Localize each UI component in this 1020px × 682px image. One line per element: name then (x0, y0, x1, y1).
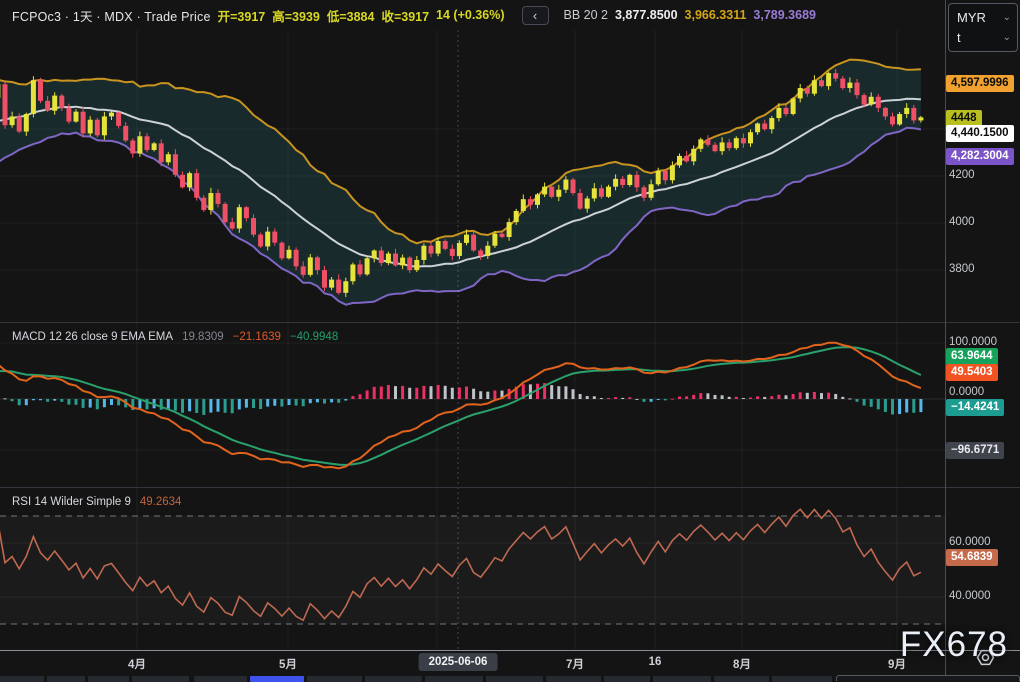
bb-indicator-label[interactable]: BB 20 2 (564, 8, 608, 22)
axis-value-badge: −96.6771 (946, 442, 1004, 459)
scrollbar-segment[interactable] (772, 676, 832, 682)
scrollbar-segment[interactable] (307, 676, 362, 682)
rsi-pane-canvas[interactable] (0, 487, 945, 650)
axis-tick-label: 40.0000 (949, 590, 991, 602)
unit-dropdown[interactable]: t ⌄ (957, 28, 1011, 48)
axis-tick-label: 60.0000 (949, 536, 991, 548)
bb-lower-value: 3,789.3689 (753, 8, 816, 22)
macd-signal-value: −40.9948 (290, 331, 338, 343)
macd-pane-canvas[interactable] (0, 322, 945, 487)
ohlc-high: 高=3939 (272, 6, 320, 25)
scrollbar-segment[interactable] (0, 676, 44, 682)
ohlc-open: 开=3917 (218, 6, 266, 25)
scrollbar-segment[interactable] (714, 676, 769, 682)
scrollbar-segment[interactable] (194, 676, 247, 682)
chevron-down-icon: ⌄ (1003, 12, 1011, 23)
horizontal-scrollbar[interactable] (0, 675, 1020, 682)
macd-pane-legend: MACD 12 26 close 9 EMA EMA 19.8309 −21.1… (12, 331, 338, 343)
time-tick-label: 8月 (733, 656, 751, 672)
ohlc-close: 收=3917 (381, 6, 429, 25)
collapse-legend-button[interactable]: ‹ (522, 6, 549, 25)
axis-tick-label: 100.0000 (949, 336, 997, 348)
axis-value-badge: 4,597.9996 (946, 75, 1014, 92)
currency-unit-selector: MYR ⌄ t ⌄ (948, 3, 1018, 52)
time-tick-label: 16 (649, 656, 662, 668)
axis-tick-label: 3800 (949, 263, 975, 275)
axis-value-badge: 54.6839 (946, 549, 998, 566)
bb-mid-value: 3,877.8500 (615, 8, 678, 22)
price-axis[interactable]: 4200400038004,597.999644484,440.15004,28… (946, 0, 1020, 675)
scrollbar-segment[interactable] (546, 676, 601, 682)
scrollbar-segment[interactable] (88, 676, 129, 682)
macd-hist-value: 19.8309 (182, 331, 224, 343)
axis-tick-label: 0.0000 (949, 386, 984, 398)
time-tick-label: 5月 (279, 656, 297, 672)
scrollbar-segment[interactable] (653, 676, 711, 682)
crosshair-date-badge: 2025-06-06 (419, 653, 498, 671)
rsi-title[interactable]: RSI 14 Wilder Simple 9 (12, 496, 131, 508)
pane-separator[interactable] (0, 322, 1020, 323)
scrollbar-segment[interactable] (132, 676, 189, 682)
trading-chart-app: FCPOc3 · 1天 · MDX · Trade Price 开=3917 高… (0, 0, 1020, 682)
scrollbar-segment[interactable] (486, 676, 543, 682)
macd-title[interactable]: MACD 12 26 close 9 EMA EMA (12, 331, 173, 343)
time-axis[interactable]: 4月 5月 7月 16 8月 9月 2025-06-06 (0, 650, 1020, 675)
time-tick-label: 9月 (888, 656, 906, 672)
axis-value-badge: −14.4241 (946, 399, 1004, 416)
currency-value: MYR (957, 10, 986, 25)
axis-tick-label: 4000 (949, 216, 975, 228)
chevron-down-icon: ⌄ (1003, 32, 1011, 43)
time-tick-label: 7月 (566, 656, 584, 672)
pane-separator[interactable] (0, 487, 1020, 488)
axis-value-badge: 4,282.3004 (946, 148, 1014, 165)
ohlc-low: 低=3884 (327, 6, 375, 25)
scrollbar-end-box[interactable] (836, 675, 1020, 681)
chart-legend: FCPOc3 · 1天 · MDX · Trade Price 开=3917 高… (0, 0, 940, 30)
time-tick-label: 4月 (128, 656, 146, 672)
rsi-value: 49.2634 (140, 496, 182, 508)
chevron-left-icon: ‹ (533, 8, 537, 23)
bb-upper-value: 3,966.3311 (685, 8, 747, 22)
scrollbar-segment[interactable] (604, 676, 650, 682)
axis-value-badge: 4,440.1500 (946, 125, 1014, 142)
symbol-title[interactable]: FCPOc3 · 1天 · MDX · Trade Price (12, 6, 211, 25)
axis-tick-label: 4200 (949, 169, 975, 181)
scrollbar-segment[interactable] (425, 676, 483, 682)
price-pane-canvas[interactable] (0, 30, 945, 322)
scrollbar-segment[interactable] (365, 676, 422, 682)
axis-value-badge: 49.5403 (946, 364, 998, 381)
unit-value: t (957, 30, 961, 45)
rsi-pane-legend: RSI 14 Wilder Simple 9 49.2634 (12, 496, 181, 508)
currency-dropdown[interactable]: MYR ⌄ (957, 7, 1011, 27)
ohlc-change: 14 (+0.36%) (436, 8, 504, 22)
axis-value-badge: 63.9644 (946, 348, 998, 365)
scrollbar-thumb[interactable] (250, 676, 304, 682)
scrollbar-segment[interactable] (47, 676, 85, 682)
macd-line-value: −21.1639 (233, 331, 281, 343)
